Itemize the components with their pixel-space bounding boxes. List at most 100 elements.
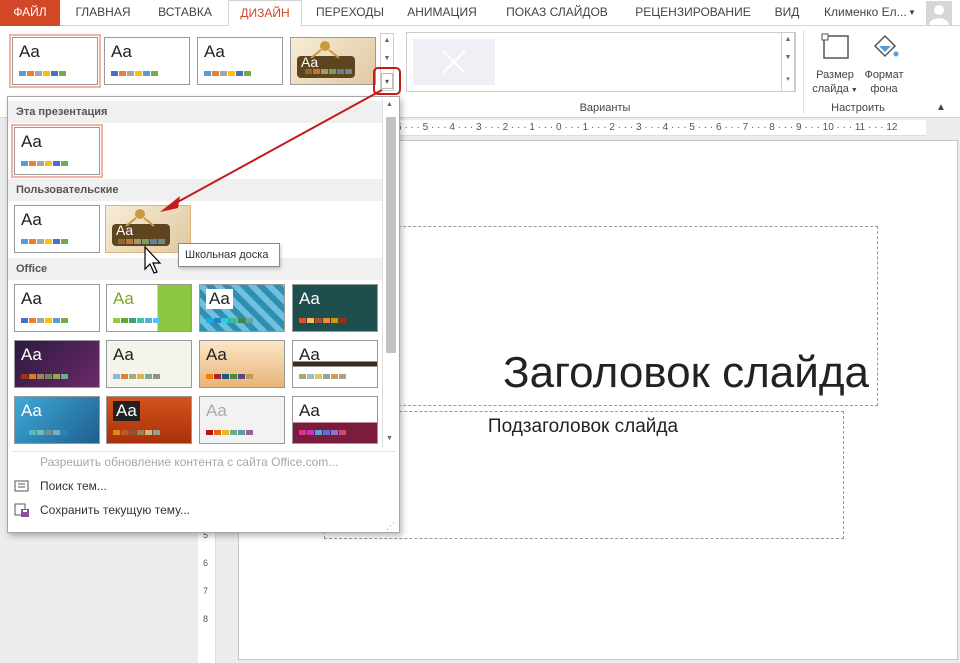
- theme-office-12[interactable]: Aa: [292, 396, 378, 444]
- theme-preview-text: Aa: [21, 132, 42, 151]
- customize-group-label: Настроить: [831, 102, 885, 114]
- color-swatches: [118, 239, 166, 244]
- variants-group-label: Варианты: [579, 102, 631, 114]
- theme-current[interactable]: Aa: [9, 34, 101, 88]
- color-swatches: [111, 71, 159, 76]
- slide-subtitle: Подзаголовок слайда: [487, 416, 679, 437]
- color-swatches: [206, 374, 254, 379]
- color-swatches: [21, 430, 69, 435]
- color-swatches: [21, 161, 69, 166]
- ribbon-tab-bar: ФАЙЛ ГЛАВНАЯ ВСТАВКА ДИЗАЙН ПЕРЕХОДЫ АНИ…: [0, 0, 960, 27]
- gallery-down-icon[interactable]: ▼: [782, 51, 794, 65]
- theme-preview-text: Aa: [299, 289, 320, 308]
- theme-office-10[interactable]: Aa: [106, 396, 192, 444]
- ruler-tick-label: 6: [203, 558, 209, 568]
- theme-preview-text: Aa: [21, 401, 42, 420]
- tab-file[interactable]: ФАЙЛ: [0, 0, 60, 26]
- format-background-button[interactable]: Формат фона: [860, 30, 908, 100]
- ruler-tick-label: 8: [203, 614, 209, 624]
- annotation-highlight-box: ▾: [373, 67, 401, 95]
- theme-office-7[interactable]: Aa: [199, 340, 285, 388]
- resize-grip-icon[interactable]: ⋰: [386, 521, 395, 532]
- dropdown-arrow-icon[interactable]: ▼: [908, 0, 916, 26]
- theme-preview-text: Aa: [21, 345, 42, 364]
- vertical-ruler: 5 6 7 8: [198, 520, 216, 663]
- save-theme-icon: [14, 503, 29, 517]
- theme-this-presentation[interactable]: Aa: [11, 124, 103, 178]
- tab-insert[interactable]: ВСТАВКА: [146, 0, 224, 26]
- tab-transitions[interactable]: ПЕРЕХОДЫ: [306, 0, 394, 26]
- browse-folder-icon: [14, 480, 29, 492]
- color-swatches: [113, 318, 161, 323]
- section-custom: Пользовательские: [8, 179, 382, 201]
- theme-preview-text: Aa: [116, 222, 134, 238]
- color-swatches: [299, 318, 347, 323]
- menu-item-label: Разрешить обновление контента с сайта Of…: [40, 455, 339, 469]
- title-placeholder[interactable]: Заголовок слайда: [368, 226, 878, 406]
- tab-animation[interactable]: АНИМАЦИЯ: [396, 0, 488, 26]
- collapse-ribbon-icon[interactable]: ▲: [936, 102, 946, 113]
- user-avatar-icon[interactable]: [926, 1, 952, 25]
- theme-office-4[interactable]: Aa: [292, 284, 378, 332]
- format-background-label-1: Формат: [864, 69, 904, 81]
- scroll-up-icon[interactable]: ▲: [386, 101, 393, 108]
- tab-design[interactable]: ДИЗАЙН: [228, 0, 302, 27]
- theme-office-1[interactable]: Aa: [14, 284, 100, 332]
- scroll-thumb[interactable]: [386, 117, 396, 353]
- color-swatches: [305, 69, 353, 74]
- slide-title: Заголовок слайда: [503, 348, 869, 397]
- ruler-tick-label: 7: [203, 586, 209, 596]
- gallery-down-icon[interactable]: ▼: [381, 52, 393, 66]
- scroll-down-icon[interactable]: ▼: [386, 435, 393, 442]
- color-swatches: [299, 374, 347, 379]
- menu-item-label: Сохранить текущую тему...: [40, 503, 190, 517]
- theme-preview-text: Aa: [113, 401, 140, 421]
- tab-slide-show[interactable]: ПОКАЗ СЛАЙДОВ: [494, 0, 620, 26]
- theme-office-9[interactable]: Aa: [14, 396, 100, 444]
- subtitle-placeholder[interactable]: Подзаголовок слайда: [324, 411, 844, 539]
- theme-preview-text: Aa: [204, 42, 225, 61]
- variant-empty[interactable]: [413, 39, 495, 85]
- theme-office-2[interactable]: Aa: [106, 284, 192, 332]
- mouse-cursor-icon: [144, 246, 162, 274]
- color-swatches: [206, 318, 254, 323]
- gallery-up-icon[interactable]: ▲: [381, 34, 393, 48]
- variants-gallery-scroll: ▲ ▼ ▾: [781, 32, 795, 92]
- theme-preview-text: Aa: [113, 345, 134, 364]
- color-swatches: [19, 71, 67, 76]
- color-swatches: [21, 374, 69, 379]
- group-separator: [803, 30, 804, 114]
- tab-home[interactable]: ГЛАВНАЯ: [64, 0, 142, 26]
- gallery-up-icon[interactable]: ▲: [782, 33, 794, 47]
- theme-preview-text: Aa: [299, 401, 320, 420]
- user-account-name[interactable]: Клименко Ел...: [824, 0, 907, 26]
- panel-scrollbar[interactable]: ▲ ▼: [382, 99, 398, 447]
- tab-review[interactable]: РЕЦЕНЗИРОВАНИЕ: [626, 0, 760, 26]
- color-swatches: [206, 430, 254, 435]
- theme-preview-text: Aa: [299, 345, 320, 364]
- color-swatches: [21, 318, 69, 323]
- gallery-more-icon[interactable]: ▾: [782, 73, 794, 87]
- theme-preview-text: Aa: [111, 42, 132, 61]
- slide-size-label-2: слайда: [812, 83, 849, 95]
- theme-office-8[interactable]: Aa: [292, 340, 378, 388]
- tab-view[interactable]: ВИД: [766, 0, 808, 26]
- slide-size-label-1: Размер: [816, 69, 854, 81]
- theme-office-6[interactable]: Aa: [106, 340, 192, 388]
- dropdown-arrow-icon: ▼: [848, 87, 858, 94]
- theme-school-board[interactable]: Aa: [290, 37, 376, 85]
- theme-custom-blank[interactable]: Aa: [14, 205, 100, 253]
- theme-office-3[interactable]: Aa: [199, 284, 285, 332]
- gallery-more-button[interactable]: ▾: [381, 73, 393, 89]
- empty-variant-icon: [442, 50, 466, 74]
- format-background-label-2: фона: [870, 83, 898, 95]
- color-swatches: [299, 430, 347, 435]
- theme-office-11[interactable]: Aa: [199, 396, 285, 444]
- theme-preview-text: Aa: [113, 289, 134, 308]
- menu-item-label: Поиск тем...: [40, 479, 107, 493]
- theme-office[interactable]: Aa: [104, 37, 190, 85]
- theme-office-5[interactable]: Aa: [14, 340, 100, 388]
- theme-office-2[interactable]: Aa: [197, 37, 283, 85]
- slide-size-button[interactable]: Размер слайда ▼: [809, 30, 861, 100]
- theme-preview-text: Aa: [206, 345, 227, 364]
